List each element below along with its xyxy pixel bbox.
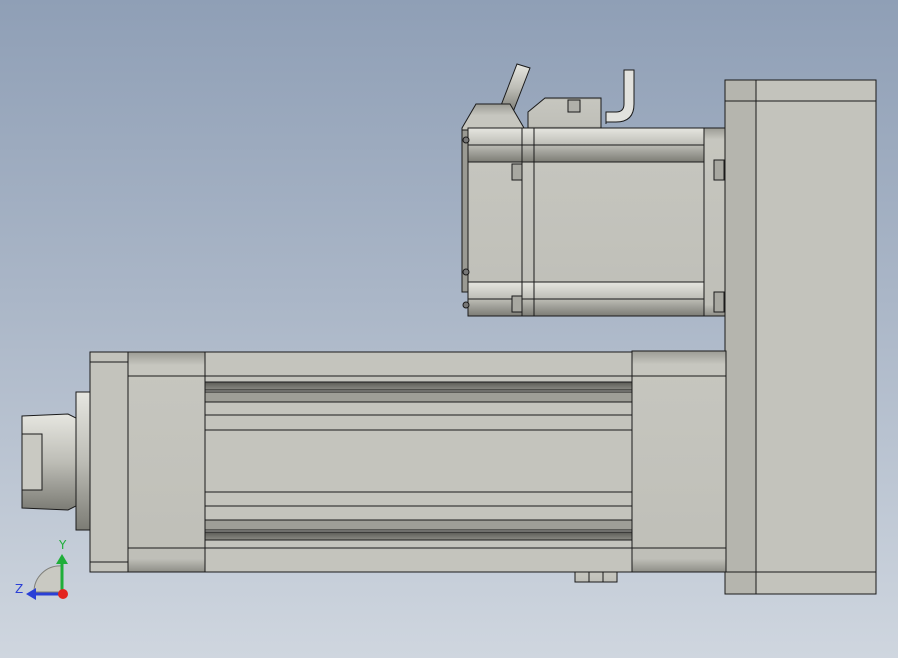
cad-viewport[interactable]: Y Z: [0, 0, 898, 658]
orientation-triad: [26, 554, 68, 600]
triad-arc: [33, 565, 63, 593]
triad-y-label: Y: [59, 538, 67, 552]
triad-y-arrowhead: [56, 554, 68, 564]
triad-z-arrowhead: [26, 588, 36, 600]
triad-z-label: Z: [15, 582, 24, 596]
triad-x-origin: [58, 589, 68, 599]
